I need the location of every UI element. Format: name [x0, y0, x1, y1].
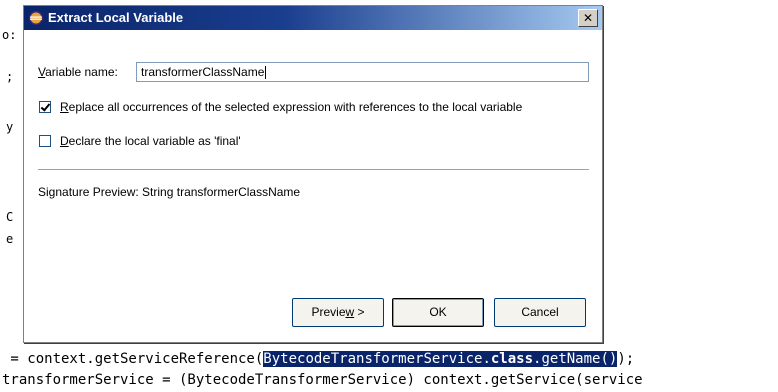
mnemonic: R: [60, 100, 69, 114]
close-button[interactable]: ✕: [578, 9, 598, 27]
replace-all-checkbox[interactable]: [39, 101, 51, 113]
replace-all-label[interactable]: Replace all occurrences of the selected …: [60, 99, 522, 115]
cancel-button[interactable]: Cancel: [494, 298, 586, 327]
button-text: >: [354, 305, 365, 319]
code-fragment: y: [6, 120, 14, 134]
code-fragment: ;: [6, 70, 14, 84]
selected-text: BytecodeTransformerService.: [263, 351, 491, 367]
variable-name-label: Variable name:: [38, 64, 118, 80]
text-caret: [265, 66, 267, 80]
label-text: ariable name:: [45, 65, 118, 79]
declare-final-checkbox[interactable]: [39, 135, 51, 147]
mnemonic: w: [345, 305, 355, 319]
ok-button[interactable]: OK: [392, 298, 484, 327]
mnemonic: D: [60, 134, 69, 148]
label-text: eplace all occurrences of the selected e…: [68, 100, 523, 114]
code-line[interactable]: = context.getServiceReference(BytecodeTr…: [2, 351, 634, 367]
code-fragment: C: [6, 210, 14, 224]
selected-text: .getName(): [533, 351, 618, 367]
declare-final-label[interactable]: Declare the local variable as 'final': [60, 133, 241, 149]
close-icon: ✕: [582, 11, 594, 25]
selected-expression: BytecodeTransformerService.class.getName…: [263, 351, 618, 367]
separator: [38, 169, 589, 171]
extract-local-variable-dialog: Extract Local Variable ✕ Variable name: …: [23, 5, 603, 343]
button-text: Previe: [311, 305, 346, 319]
input-value: transformerClassName: [141, 65, 265, 79]
variable-name-input[interactable]: transformerClassName: [136, 62, 589, 82]
code-fragment: e: [6, 232, 14, 246]
dialog-title: Extract Local Variable: [48, 10, 184, 25]
dialog-titlebar[interactable]: Extract Local Variable ✕: [24, 6, 602, 30]
signature-preview: Signature Preview: String transformerCla…: [38, 185, 301, 199]
eclipse-icon: [29, 11, 43, 25]
code-text: );: [617, 351, 635, 367]
preview-button[interactable]: Preview >: [292, 298, 384, 327]
label-text: eclare the local variable as 'final': [68, 134, 241, 148]
code-line[interactable]: transformerService = (BytecodeTransforme…: [2, 372, 643, 388]
keyword: class: [490, 351, 534, 367]
code-text: = context.getServiceReference(: [2, 351, 264, 367]
code-fragment: o:: [2, 28, 17, 42]
